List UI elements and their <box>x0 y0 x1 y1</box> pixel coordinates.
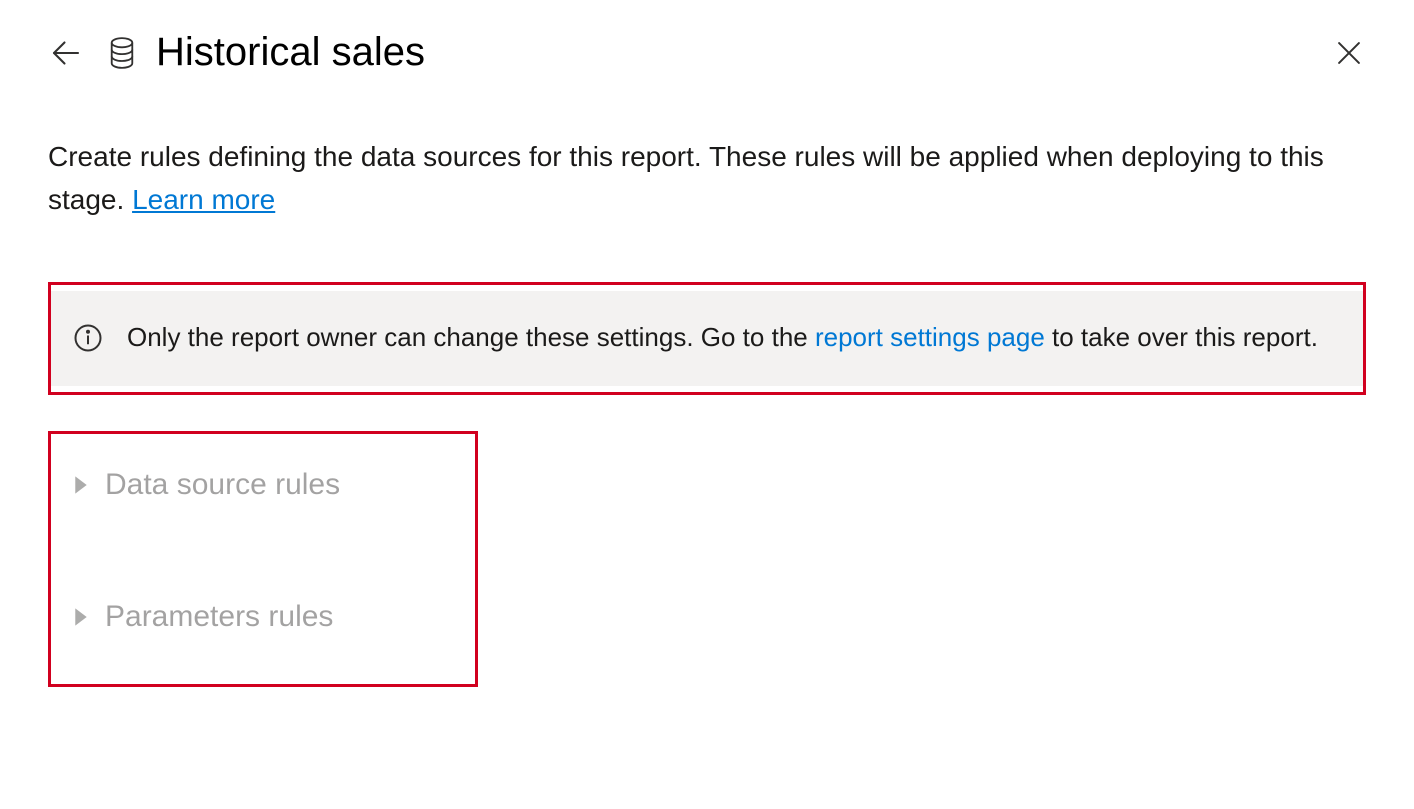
info-after: to take over this report. <box>1052 322 1318 352</box>
close-button[interactable] <box>1332 36 1366 70</box>
info-banner: Only the report owner can change these s… <box>51 291 1363 386</box>
parameters-rules-section: Parameters rules <box>73 592 453 642</box>
page-title: Historical sales <box>156 30 425 75</box>
info-before: Only the report owner can change these s… <box>127 322 815 352</box>
back-button[interactable] <box>48 35 84 71</box>
learn-more-link[interactable]: Learn more <box>132 184 275 215</box>
rules-sections-highlight: Data source rules Parameters rules <box>48 431 478 687</box>
info-text: Only the report owner can change these s… <box>127 319 1318 355</box>
info-banner-highlight: Only the report owner can change these s… <box>48 282 1366 395</box>
parameters-rules-label: Parameters rules <box>105 600 333 634</box>
chevron-right-icon <box>73 475 89 495</box>
close-icon <box>1332 36 1366 70</box>
header: Historical sales <box>48 30 1366 75</box>
data-source-rules-label: Data source rules <box>105 468 340 502</box>
database-icon <box>108 37 136 69</box>
data-source-rules-section: Data source rules <box>73 460 453 510</box>
arrow-left-icon <box>48 35 84 71</box>
title-group: Historical sales <box>108 30 1308 75</box>
description-text: Create rules defining the data sources f… <box>48 135 1366 222</box>
chevron-right-icon <box>73 607 89 627</box>
report-settings-link[interactable]: report settings page <box>815 322 1045 352</box>
info-icon <box>73 323 103 358</box>
